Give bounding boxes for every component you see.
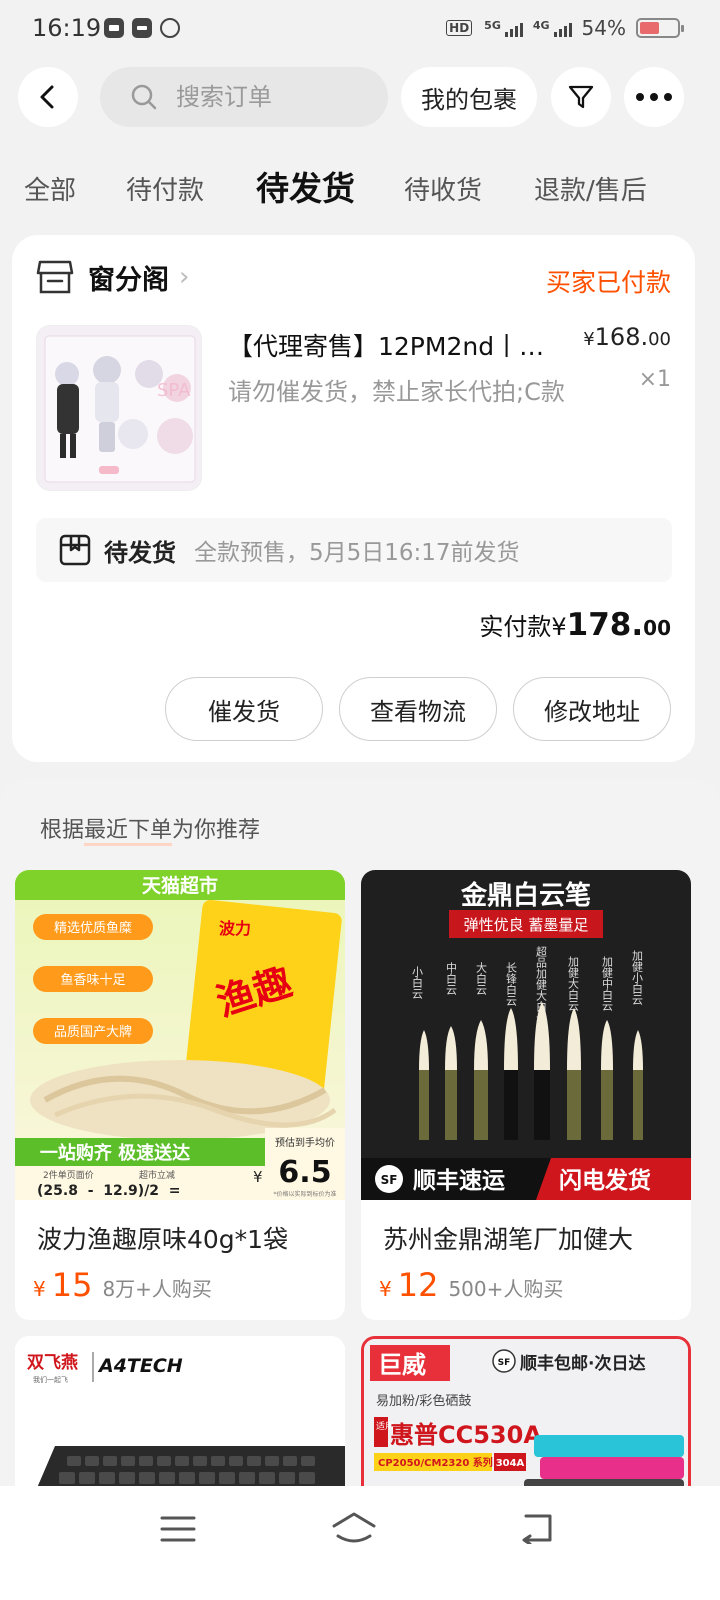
svg-text:双飞燕: 双飞燕 xyxy=(27,1352,78,1373)
order-card[interactable]: 窗分阁 › 买家已付款 SPA 【代理寄售】12PM2nd丨… 请勿催发货，禁止… xyxy=(12,235,695,762)
system-nav-bar xyxy=(0,1486,720,1600)
tab-pending-payment[interactable]: 待付款 xyxy=(126,170,204,207)
product-description: 请勿催发货，禁止家长代拍;C款 xyxy=(228,378,565,406)
product-image[interactable]: SPA xyxy=(36,325,202,491)
svg-text:惠普CC530A: 惠普CC530A xyxy=(390,1421,542,1449)
svg-text:巨威: 巨威 xyxy=(378,1350,426,1379)
my-packages-button[interactable]: 我的包裹 xyxy=(401,67,537,127)
top-bar: 我的包裹 xyxy=(0,66,720,128)
app-notification-icon xyxy=(160,18,180,38)
recommend-card[interactable]: 金鼎白云笔 弹性优良 蓄墨量足 小白云 中白云 大白云 长锋白云 超品加健大白云… xyxy=(361,870,691,1320)
battery-icon xyxy=(636,18,684,38)
shop-name[interactable]: 窗分阁 xyxy=(88,258,169,297)
more-button[interactable] xyxy=(624,67,684,127)
svg-text:大白云: 大白云 xyxy=(475,961,488,996)
home-icon[interactable] xyxy=(330,1510,378,1546)
recommend-price: ¥ 15 8万+人购买 xyxy=(33,1266,212,1304)
svg-text:A4TECH: A4TECH xyxy=(97,1355,183,1377)
battery-percent: 54% xyxy=(581,16,626,40)
svg-text:闪电发货: 闪电发货 xyxy=(559,1167,651,1194)
change-address-button[interactable]: 修改地址 xyxy=(513,677,671,741)
tab-refund-aftersale[interactable]: 退款/售后 xyxy=(534,170,647,207)
product-title[interactable]: 【代理寄售】12PM2nd丨… xyxy=(228,327,568,363)
sold-count: 8万+人购买 xyxy=(102,1277,212,1301)
svg-text:CP2050/CM2320 系列: CP2050/CM2320 系列 xyxy=(378,1456,493,1469)
signal-5g-icon: 5G xyxy=(484,19,523,37)
svg-text:小白云: 小白云 xyxy=(411,966,424,1000)
recommendation-title: 根据最近下单为你推荐 xyxy=(40,812,260,846)
back-icon[interactable] xyxy=(520,1512,556,1544)
notification-app-icon xyxy=(104,18,124,38)
filter-button[interactable] xyxy=(551,67,611,127)
svg-text:SF: SF xyxy=(381,1173,398,1187)
svg-text:弹性优良 蓄墨量足: 弹性优良 蓄墨量足 xyxy=(464,916,589,934)
svg-text:天猫超市: 天猫超市 xyxy=(142,874,218,897)
chevron-right-icon: › xyxy=(179,262,190,292)
svg-text:一站购齐 极速送达: 一站购齐 极速送达 xyxy=(40,1142,190,1164)
svg-text:长锋白云: 长锋白云 xyxy=(505,962,518,1007)
tab-pending-shipment[interactable]: 待发货 xyxy=(256,162,355,210)
tab-all[interactable]: 全部 xyxy=(24,170,76,207)
urge-shipment-button[interactable]: 催发货 xyxy=(165,677,323,741)
svg-text:加健小白云: 加健小白云 xyxy=(631,950,644,1006)
shop-icon xyxy=(36,260,74,294)
svg-text:2件单页面价: 2件单页面价 xyxy=(43,1169,94,1181)
status-bar: 16:19 HD 5G 4G 54% xyxy=(0,0,720,58)
svg-text:波力: 波力 xyxy=(219,919,251,938)
tab-pending-receipt[interactable]: 待收货 xyxy=(404,170,482,207)
search-box[interactable] xyxy=(100,67,388,127)
menu-icon[interactable] xyxy=(160,1514,196,1544)
svg-text:¥: ¥ xyxy=(253,1168,263,1186)
svg-text:304A: 304A xyxy=(496,1458,525,1469)
search-input[interactable] xyxy=(176,83,376,111)
svg-text:*价格以实际到标价为准: *价格以实际到标价为准 xyxy=(273,1190,336,1198)
svg-text:易加粉/彩色硒鼓: 易加粉/彩色硒鼓 xyxy=(376,1393,471,1409)
svg-text:预估到手均价: 预估到手均价 xyxy=(275,1136,335,1149)
signal-4g-icon: 4G xyxy=(533,19,572,37)
svg-text:加健大白云: 加健大白云 xyxy=(567,956,580,1012)
svg-text:SF: SF xyxy=(498,1358,511,1368)
product-image[interactable]: 金鼎白云笔 弹性优良 蓄墨量足 小白云 中白云 大白云 长锋白云 超品加健大白云… xyxy=(361,870,691,1200)
recommend-card[interactable]: 天猫超市 精选优质鱼糜 鱼香味十足 品质国产大牌 波力 渔趣 一站购齐 极速送达… xyxy=(15,870,345,1320)
package-icon xyxy=(59,534,91,566)
back-button[interactable] xyxy=(18,67,78,127)
svg-text:品质国产大牌: 品质国产大牌 xyxy=(54,1024,132,1040)
recommend-price: ¥ 12 500+人购买 xyxy=(379,1266,564,1304)
hd-label: HD xyxy=(446,20,473,36)
chevron-left-icon xyxy=(40,85,54,109)
shipping-status-bar[interactable]: 待发货 全款预售，5月5日16:17前发货 xyxy=(36,518,672,582)
status-time: 16:19 xyxy=(32,14,102,42)
svg-text:鱼香味十足: 鱼香味十足 xyxy=(60,972,125,988)
svg-text:我们一起飞: 我们一起飞 xyxy=(33,1375,68,1384)
recommend-title[interactable]: 苏州金鼎湖笔厂加健大 xyxy=(383,1220,633,1256)
order-tabs: 全部 待付款 待发货 待收货 退款/售后 xyxy=(0,160,720,220)
svg-text:顺丰包邮·次日达: 顺丰包邮·次日达 xyxy=(520,1353,645,1374)
product-price: ¥168.00 xyxy=(583,323,671,351)
search-icon xyxy=(131,84,157,110)
product-quantity: ×1 xyxy=(638,367,671,392)
svg-text:(25.8 - 12.9)/2 =: (25.8 - 12.9)/2 = xyxy=(37,1183,181,1199)
svg-text:精选优质鱼糜: 精选优质鱼糜 xyxy=(54,920,132,936)
svg-text:金鼎白云笔: 金鼎白云笔 xyxy=(460,880,591,911)
svg-text:6.5: 6.5 xyxy=(278,1155,331,1190)
recommendation-section: 根据最近下单为你推荐 天猫超市 精选优质鱼糜 鱼香味十足 品质国产大牌 波力 渔… xyxy=(0,778,720,1538)
svg-text:中白云: 中白云 xyxy=(445,962,458,996)
shipping-label: 待发货 xyxy=(104,538,176,567)
sold-count: 500+人购买 xyxy=(448,1277,564,1301)
mail-notification-icon xyxy=(132,18,152,38)
recommend-title[interactable]: 波力渔趣原味40g*1袋 xyxy=(37,1220,288,1256)
svg-text:SPA: SPA xyxy=(157,380,191,401)
amount-paid: 实付款 ¥ 178. 00 xyxy=(479,607,671,643)
view-logistics-button[interactable]: 查看物流 xyxy=(339,677,497,741)
filter-icon xyxy=(568,85,594,109)
order-status: 买家已付款 xyxy=(545,268,671,297)
shipping-info: 全款预售，5月5日16:17前发货 xyxy=(194,540,520,566)
svg-text:超市立减: 超市立减 xyxy=(139,1169,175,1181)
product-image[interactable]: 天猫超市 精选优质鱼糜 鱼香味十足 品质国产大牌 波力 渔趣 一站购齐 极速送达… xyxy=(15,870,345,1200)
svg-text:加健中白云: 加健中白云 xyxy=(601,956,614,1012)
more-icon xyxy=(636,93,672,101)
shop-header[interactable]: 窗分阁 › xyxy=(36,257,189,297)
svg-text:顺丰速运: 顺丰速运 xyxy=(413,1167,505,1194)
